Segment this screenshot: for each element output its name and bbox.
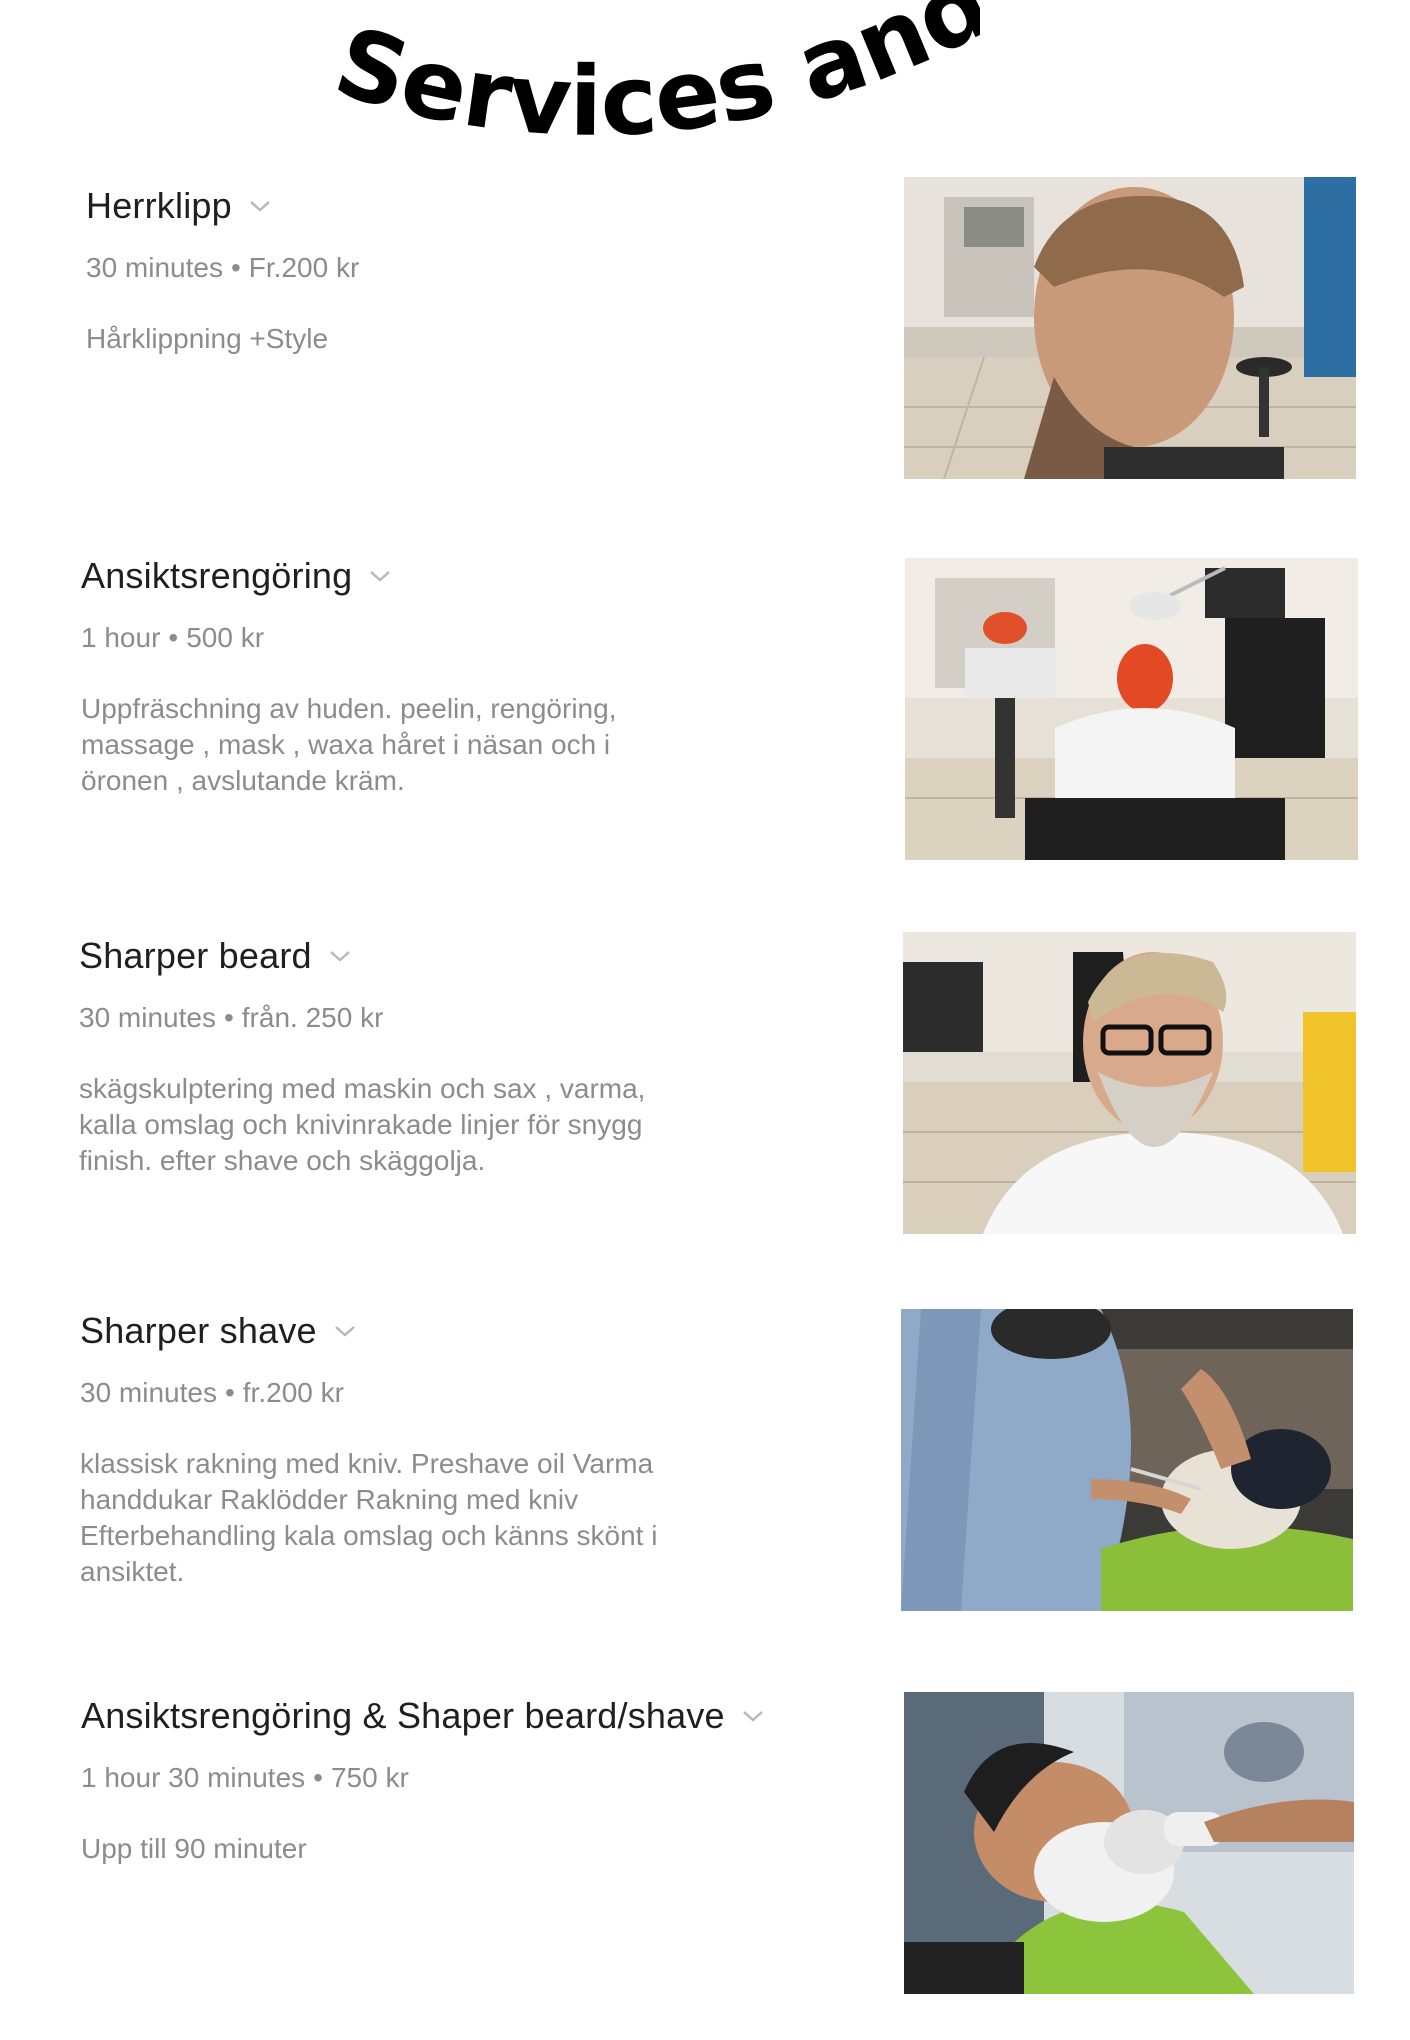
service-description: Hårklippning +Style <box>86 323 329 354</box>
facial-treatment-photo <box>905 558 1358 860</box>
service-name-row[interactable]: Ansiktsrengöring <box>81 555 392 597</box>
service-duration: 1 hour 30 minutes <box>81 1762 306 1793</box>
razor-shave-photo <box>901 1309 1353 1611</box>
service-name-row[interactable]: Sharper beard <box>79 935 352 977</box>
service-price: fr.200 kr <box>242 1377 344 1408</box>
chevron-down-icon[interactable] <box>248 198 272 214</box>
chevron-down-icon[interactable] <box>328 948 352 964</box>
separator-dot: • <box>230 252 241 283</box>
service-item-sharper-shave: Sharper shave 30 minutes • fr.200 kr klass… <box>0 1300 1410 1630</box>
service-description: skägskulptering med maskin och sax , var… <box>79 1073 646 1176</box>
chevron-down-icon[interactable] <box>333 1323 357 1339</box>
page-title-text: Services and Prices <box>320 0 980 158</box>
service-name: Sharper shave <box>80 1310 317 1351</box>
service-duration: 30 minutes <box>79 1002 216 1033</box>
chevron-down-icon[interactable] <box>368 568 392 584</box>
beard-photo <box>903 932 1356 1234</box>
service-meta: 1 hour 30 minutes • 750 kr <box>81 1762 409 1794</box>
service-meta: 30 minutes • från. 250 kr <box>79 1002 383 1034</box>
service-duration: 1 hour <box>81 622 161 653</box>
service-price: Fr.200 kr <box>248 252 360 283</box>
service-item-combo: Ansiktsrengöring & Shaper beard/shave 1 … <box>0 1685 1410 2015</box>
service-price: 750 kr <box>330 1762 409 1793</box>
service-description: klassisk rakning med kniv. Preshave oil … <box>80 1448 658 1587</box>
service-item-herrklipp: Herrklipp 30 minutes • Fr.200 kr Hårklippn… <box>0 175 1410 485</box>
service-duration: 30 minutes <box>86 252 223 283</box>
service-price: från. 250 kr <box>241 1002 384 1033</box>
service-duration: 30 minutes <box>80 1377 217 1408</box>
service-name-row[interactable]: Herrklipp <box>86 185 272 227</box>
separator-dot: • <box>223 1002 234 1033</box>
service-name: Ansiktsrengöring <box>81 555 353 596</box>
haircut-photo <box>904 177 1356 479</box>
service-item-sharper-beard: Sharper beard 30 minutes • från. 250 kr sk… <box>0 925 1410 1245</box>
service-meta: 1 hour • 500 kr <box>81 622 264 654</box>
service-name: Sharper beard <box>79 935 312 976</box>
service-price: 500 kr <box>186 622 265 653</box>
service-name: Herrklipp <box>86 185 232 226</box>
service-description: Uppfräschning av huden. peelin, rengörin… <box>81 693 617 796</box>
service-item-ansiktsrengoring: Ansiktsrengöring 1 hour • 500 kr Uppfräsch… <box>0 545 1410 865</box>
service-description: Upp till 90 minuter <box>81 1833 307 1864</box>
service-meta: 30 minutes • fr.200 kr <box>80 1377 344 1409</box>
separator-dot: • <box>224 1377 235 1408</box>
service-name: Ansiktsrengöring & Shaper beard/shave <box>81 1695 725 1736</box>
chevron-down-icon[interactable] <box>741 1708 765 1724</box>
shaving-brush-photo <box>904 1692 1354 1994</box>
separator-dot: • <box>168 622 179 653</box>
service-meta: 30 minutes • Fr.200 kr <box>86 252 359 284</box>
service-name-row[interactable]: Sharper shave <box>80 1310 357 1352</box>
page-title: Services and Prices <box>320 0 980 175</box>
separator-dot: • <box>313 1762 323 1793</box>
service-name-row[interactable]: Ansiktsrengöring & Shaper beard/shave <box>81 1695 765 1737</box>
